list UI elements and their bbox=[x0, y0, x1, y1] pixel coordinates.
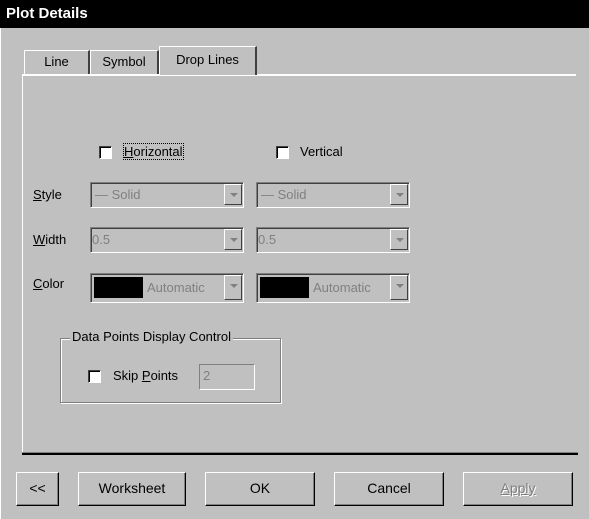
chevron-down-icon[interactable] bbox=[390, 275, 408, 300]
vertical-label[interactable]: Vertical bbox=[300, 144, 343, 159]
horizontal-label[interactable]: Horizontal bbox=[123, 143, 184, 160]
horizontal-style-value: — Solid bbox=[95, 187, 141, 202]
color-swatch bbox=[260, 277, 309, 298]
horizontal-checkbox[interactable] bbox=[99, 146, 112, 159]
horizontal-color-value: Automatic bbox=[147, 280, 205, 295]
chevron-down-icon[interactable] bbox=[224, 275, 242, 300]
tab-page-left-edge bbox=[22, 74, 23, 455]
chevron-down-icon[interactable] bbox=[224, 184, 242, 205]
width-label: Width bbox=[33, 232, 67, 247]
chevron-down-icon[interactable] bbox=[390, 184, 408, 205]
tab-line-label: Line bbox=[44, 54, 69, 69]
back-button[interactable]: << bbox=[16, 472, 59, 506]
vertical-color-select[interactable]: Automatic bbox=[256, 273, 410, 303]
vertical-style-value: — Solid bbox=[261, 187, 307, 202]
tab-drop-lines[interactable]: Drop Lines bbox=[159, 46, 257, 75]
window-title: Plot Details bbox=[6, 5, 88, 22]
horizontal-width-value: 0.5 bbox=[92, 232, 111, 247]
tab-drop-lines-label: Drop Lines bbox=[176, 52, 239, 67]
vertical-color-value: Automatic bbox=[313, 280, 371, 295]
tab-symbol[interactable]: Symbol bbox=[90, 50, 159, 74]
horizontal-width-select[interactable]: 0.5 bbox=[90, 227, 244, 253]
tab-page-bottom-edge bbox=[22, 453, 578, 455]
vertical-width-value: 0.5 bbox=[258, 232, 277, 247]
apply-button[interactable]: Apply bbox=[463, 472, 573, 506]
data-points-group-title: Data Points Display Control bbox=[70, 329, 233, 344]
skip-points-value: 2 bbox=[203, 368, 211, 383]
window-edge bbox=[0, 28, 1, 519]
chevron-down-icon[interactable] bbox=[224, 229, 242, 250]
worksheet-button[interactable]: Worksheet bbox=[78, 472, 186, 506]
vertical-checkbox[interactable] bbox=[276, 146, 289, 159]
horizontal-style-select[interactable]: — Solid bbox=[90, 182, 244, 208]
tab-symbol-label: Symbol bbox=[102, 54, 146, 69]
style-label: Style bbox=[33, 187, 62, 202]
tab-page-top-edge bbox=[22, 74, 576, 76]
horizontal-color-select[interactable]: Automatic bbox=[90, 273, 244, 303]
cancel-button[interactable]: Cancel bbox=[334, 472, 444, 506]
color-label: Color bbox=[33, 276, 65, 291]
title-bar: Plot Details bbox=[0, 0, 589, 28]
chevron-down-icon[interactable] bbox=[390, 229, 408, 250]
skip-points-input[interactable]: 2 bbox=[199, 364, 255, 390]
vertical-width-select[interactable]: 0.5 bbox=[256, 227, 410, 253]
apply-label: Apply bbox=[500, 480, 536, 496]
ok-button[interactable]: OK bbox=[205, 472, 315, 506]
tab-line[interactable]: Line bbox=[24, 50, 90, 74]
color-swatch bbox=[94, 277, 143, 298]
skip-points-checkbox[interactable] bbox=[88, 370, 101, 383]
skip-points-label[interactable]: Skip Points bbox=[113, 368, 178, 383]
vertical-style-select[interactable]: — Solid bbox=[256, 182, 410, 208]
